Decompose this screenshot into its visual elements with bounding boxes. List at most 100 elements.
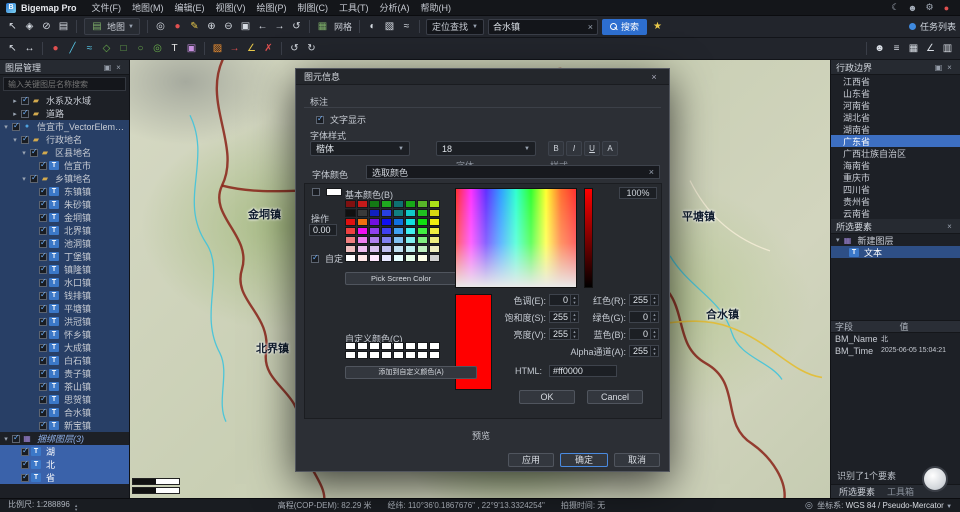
theme-moon-icon[interactable]: ☾ <box>888 2 903 13</box>
polygon-icon[interactable]: ◇ <box>99 41 114 57</box>
color-swatch[interactable] <box>357 342 368 350</box>
rectangle-icon[interactable]: □ <box>116 41 131 57</box>
spinbox[interactable]: 255▲▼ <box>549 328 579 340</box>
layer-visibility-checkbox[interactable] <box>39 318 47 326</box>
tree-item[interactable]: T省 <box>0 471 129 484</box>
tree-item[interactable]: T水口镇 <box>0 276 129 289</box>
spinbox[interactable]: 0▲▼ <box>629 311 659 323</box>
tree-item[interactable]: T合水镇 <box>0 406 129 419</box>
list-icon[interactable]: ≡ <box>889 41 904 57</box>
spin-arrows-icon[interactable]: ▲▼ <box>650 312 658 322</box>
color-swatch[interactable] <box>357 218 368 226</box>
layer-visibility-checkbox[interactable] <box>39 305 47 313</box>
draw-point-icon[interactable]: ● <box>170 19 185 35</box>
pick-color-field[interactable]: 选取颜色 × <box>366 165 660 179</box>
scale-indicator[interactable]: 比例尺: 1:288896 ▲▼ <box>8 499 78 512</box>
color-swatch[interactable] <box>357 254 368 262</box>
apply-button[interactable]: 应用 <box>508 453 554 467</box>
color-swatch[interactable] <box>369 245 380 253</box>
province-item[interactable]: 河南省 <box>831 99 960 111</box>
layer-visibility-checkbox[interactable] <box>39 162 47 170</box>
bold-button[interactable]: B <box>548 141 564 156</box>
task-list-button[interactable]: 任务列表 <box>909 20 956 33</box>
color-swatch[interactable] <box>405 342 416 350</box>
menu-item[interactable]: 编辑(E) <box>170 0 210 15</box>
layer-visibility-checkbox[interactable] <box>39 422 47 430</box>
close-icon[interactable]: × <box>944 63 955 72</box>
draw-select-icon[interactable]: ↖ <box>5 41 20 57</box>
alpha-spinbox[interactable]: 255 ▲▼ <box>629 345 659 357</box>
color-swatch[interactable] <box>357 209 368 217</box>
layers-icon[interactable]: ▤ <box>56 19 71 35</box>
tree-item[interactable]: T北界镇 <box>0 224 129 237</box>
search-input[interactable] <box>493 22 588 32</box>
layer-visibility-checkbox[interactable] <box>39 292 47 300</box>
color-swatch[interactable] <box>357 227 368 235</box>
color-swatch[interactable] <box>369 254 380 262</box>
province-item[interactable]: 江西省 <box>831 75 960 87</box>
prev-view-icon[interactable]: ← <box>255 19 270 35</box>
tree-item[interactable]: ▾▰乡镇地名 <box>0 172 129 185</box>
spinbox[interactable]: 0▲▼ <box>629 328 659 340</box>
expand-arrow[interactable]: ▾ <box>2 123 10 131</box>
close-icon[interactable]: × <box>113 63 124 72</box>
add-custom-color-button[interactable]: 添加到自定义颜色(A) <box>345 366 477 379</box>
layer-visibility-checkbox[interactable] <box>39 396 47 404</box>
grid-icon[interactable]: ▦ <box>315 19 330 35</box>
spin-arrows-icon[interactable]: ▲▼ <box>650 346 658 356</box>
menu-item[interactable]: 文件(F) <box>87 0 127 15</box>
color-swatch[interactable] <box>405 209 416 217</box>
color-swatch[interactable] <box>429 351 440 359</box>
color-swatch[interactable] <box>417 342 428 350</box>
select-cursor-icon[interactable]: ↖ <box>5 19 20 35</box>
province-item[interactable]: 云南省 <box>831 207 960 219</box>
province-item[interactable]: 海南省 <box>831 159 960 171</box>
menu-item[interactable]: 工具(T) <box>334 0 374 15</box>
menu-item[interactable]: 视图(V) <box>211 0 251 15</box>
expand-arrow[interactable]: ▾ <box>836 236 840 244</box>
layer-visibility-checkbox[interactable] <box>39 331 47 339</box>
checkbox-icon[interactable] <box>316 116 324 124</box>
tree-item[interactable]: ▾▦捆绑图层(3) <box>0 432 129 445</box>
color-swatch[interactable] <box>405 254 416 262</box>
tree-item[interactable]: T钱排镇 <box>0 289 129 302</box>
close-icon[interactable]: × <box>944 222 955 231</box>
tree-item[interactable]: T朱砂镇 <box>0 198 129 211</box>
layer-visibility-checkbox[interactable] <box>21 97 29 105</box>
underline-button[interactable]: U <box>584 141 600 156</box>
user-icon[interactable]: ☻ <box>905 3 920 13</box>
color-swatch[interactable] <box>345 236 356 244</box>
arrow-tool-icon[interactable]: → <box>227 41 242 57</box>
layer-visibility-checkbox[interactable] <box>39 266 47 274</box>
tree-item[interactable]: ▾●信宜市_VectorElement... <box>0 120 129 133</box>
tree-item[interactable]: ▸▰水系及水域 <box>0 94 129 107</box>
custom-checkbox[interactable]: 自定 <box>309 252 343 265</box>
province-item[interactable]: 贵州省 <box>831 195 960 207</box>
layer-visibility-checkbox[interactable] <box>39 409 47 417</box>
stats-icon[interactable]: ▥ <box>940 41 955 57</box>
bucket-icon[interactable]: ▨ <box>210 41 225 57</box>
spinbox[interactable]: 0▲▼ <box>549 294 579 306</box>
color-swatch[interactable] <box>381 236 392 244</box>
color-swatch[interactable] <box>429 227 440 235</box>
color-swatch[interactable] <box>381 351 392 359</box>
spin-arrows-icon[interactable]: ▲▼ <box>570 329 578 339</box>
color-swatch[interactable] <box>417 351 428 359</box>
tree-item[interactable]: T茶山镇 <box>0 380 129 393</box>
pick-screen-color-button[interactable]: Pick Screen Color <box>345 272 457 285</box>
color-swatch[interactable] <box>369 200 380 208</box>
layer-visibility-checkbox[interactable] <box>39 383 47 391</box>
color-swatch[interactable] <box>381 227 392 235</box>
dialog-title-bar[interactable]: 图元信息 × <box>296 69 669 85</box>
color-swatch[interactable] <box>405 218 416 226</box>
color-swatch[interactable] <box>417 227 428 235</box>
new-layer-row[interactable]: ▾ ▦ 新建图层 <box>831 234 960 246</box>
tree-item[interactable]: T新宝镇 <box>0 419 129 432</box>
tree-item[interactable]: T洪冠镇 <box>0 315 129 328</box>
measure-line-icon[interactable]: ∠ <box>244 41 259 57</box>
zoom-out-icon[interactable]: ⊖ <box>221 19 236 35</box>
spin-arrows-icon[interactable]: ▲▼ <box>570 295 578 305</box>
tree-item[interactable]: ▾▰行政地名 <box>0 133 129 146</box>
next-view-icon[interactable]: → <box>272 19 287 35</box>
record-dot-icon[interactable]: ● <box>939 3 954 13</box>
